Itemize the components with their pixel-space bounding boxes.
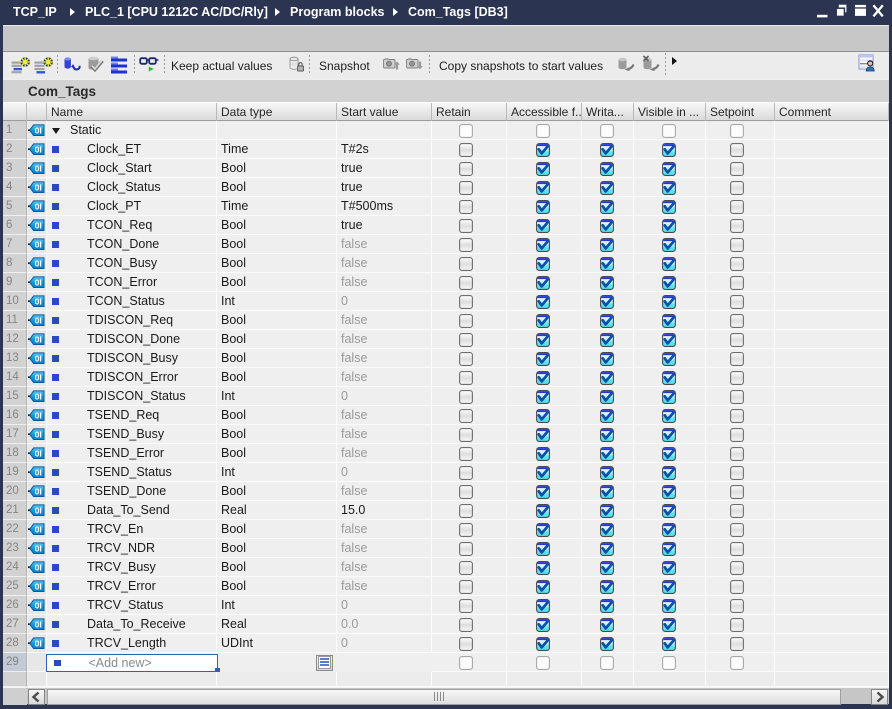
svg-text:0I: 0I xyxy=(35,315,42,325)
svg-text:0I: 0I xyxy=(35,600,42,610)
svg-text:0I: 0I xyxy=(35,505,42,515)
svg-text:0I: 0I xyxy=(35,524,42,534)
svg-text:0I: 0I xyxy=(35,638,42,648)
svg-text:0I: 0I xyxy=(35,410,42,420)
svg-text:0I: 0I xyxy=(35,144,42,154)
svg-text:0I: 0I xyxy=(35,182,42,192)
svg-text:0I: 0I xyxy=(35,277,42,287)
svg-text:0I: 0I xyxy=(35,353,42,363)
svg-text:0I: 0I xyxy=(35,125,42,135)
svg-text:0I: 0I xyxy=(35,220,42,230)
svg-text:0I: 0I xyxy=(35,543,42,553)
svg-text:0I: 0I xyxy=(35,619,42,629)
svg-text:0I: 0I xyxy=(35,429,42,439)
svg-text:0I: 0I xyxy=(35,562,42,572)
svg-text:0I: 0I xyxy=(35,296,42,306)
svg-text:0I: 0I xyxy=(35,486,42,496)
svg-text:0I: 0I xyxy=(35,448,42,458)
svg-text:0I: 0I xyxy=(35,467,42,477)
svg-text:0I: 0I xyxy=(35,239,42,249)
svg-text:0I: 0I xyxy=(35,372,42,382)
svg-text:0I: 0I xyxy=(35,391,42,401)
svg-text:0I: 0I xyxy=(35,201,42,211)
svg-text:0I: 0I xyxy=(35,258,42,268)
svg-text:0I: 0I xyxy=(35,334,42,344)
svg-text:0I: 0I xyxy=(35,581,42,591)
svg-text:0I: 0I xyxy=(35,163,42,173)
